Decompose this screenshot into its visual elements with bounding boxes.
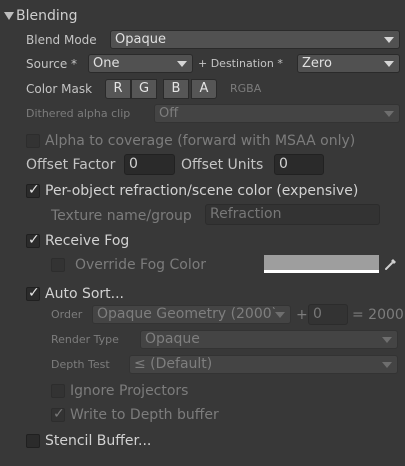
render-type-dropdown[interactable]: Opaque <box>140 330 398 349</box>
chevron-down-icon <box>275 312 285 318</box>
blend-mode-label: Blend Mode <box>26 33 97 47</box>
receive-fog-checkbox[interactable]: ✓ <box>26 232 40 248</box>
offset-units-label: Offset Units <box>181 157 264 173</box>
destination-dropdown[interactable]: Zero <box>297 54 400 73</box>
stencil-buffer-label: Stencil Buffer... <box>45 433 152 449</box>
refraction-label: Per-object refraction/scene color (expen… <box>45 183 359 199</box>
depth-test-label: Depth Test <box>51 358 110 371</box>
chevron-down-icon <box>382 337 392 343</box>
refraction-checkbox[interactable]: ✓ <box>26 182 40 198</box>
offset-factor-input[interactable]: 0 <box>124 154 175 175</box>
checkmark-icon: ✓ <box>28 182 40 198</box>
order-plus: + <box>296 307 308 323</box>
order-value: Opaque Geometry (2000) <box>97 306 278 322</box>
order-result: = 2000 <box>352 307 404 323</box>
destination-label: + Destination * <box>198 57 283 70</box>
section-title: Blending <box>16 8 78 24</box>
override-fog-color-checkbox[interactable] <box>51 258 65 272</box>
ignore-projectors-label: Ignore Projectors <box>70 383 189 399</box>
color-mask-r-button[interactable]: R <box>105 79 131 99</box>
texture-name-label: Texture name/group <box>51 208 192 224</box>
blending-foldout[interactable]: Blending <box>4 6 204 26</box>
render-type-label: Render Type <box>51 333 119 346</box>
checkmark-icon: ✓ <box>28 285 40 301</box>
chevron-down-icon <box>384 111 394 117</box>
destination-value: Zero <box>302 56 332 71</box>
write-depth-checkbox[interactable]: ✓ <box>51 406 65 422</box>
checkmark-icon: ✓ <box>53 406 65 422</box>
chevron-down-icon <box>382 362 392 368</box>
source-dropdown[interactable]: One <box>88 54 193 73</box>
order-offset-input[interactable]: 0 <box>308 304 348 325</box>
offset-units-input[interactable]: 0 <box>274 154 324 175</box>
dithered-alpha-clip-value: Off <box>159 106 179 121</box>
offset-factor-label: Offset Factor <box>26 157 116 173</box>
depth-test-value: ≤ (Default) <box>134 356 213 372</box>
dithered-alpha-clip-dropdown[interactable]: Off <box>154 104 400 123</box>
write-depth-label: Write to Depth buffer <box>70 407 219 423</box>
alpha-to-coverage-checkbox[interactable] <box>26 134 40 148</box>
source-value: One <box>93 56 120 71</box>
color-mask-g-button[interactable]: G <box>131 79 157 99</box>
render-type-value: Opaque <box>145 331 200 347</box>
stencil-buffer-checkbox[interactable] <box>26 434 40 448</box>
chevron-down-icon <box>384 37 394 43</box>
blend-mode-value: Opaque <box>115 32 166 47</box>
dithered-alpha-clip-label: Dithered alpha clip <box>26 107 131 120</box>
receive-fog-label: Receive Fog <box>45 233 130 249</box>
triangle-down-icon <box>4 12 14 20</box>
order-dropdown[interactable]: Opaque Geometry (2000) <box>92 305 291 324</box>
ignore-projectors-checkbox[interactable] <box>51 384 65 398</box>
blend-mode-dropdown[interactable]: Opaque <box>110 30 400 49</box>
source-label: Source * <box>26 57 78 71</box>
auto-sort-label: Auto Sort... <box>45 286 125 302</box>
auto-sort-checkbox[interactable]: ✓ <box>26 285 40 301</box>
depth-test-dropdown[interactable]: ≤ (Default) <box>129 355 398 374</box>
checkmark-icon: ✓ <box>28 232 40 248</box>
order-label: Order <box>51 308 83 321</box>
eyedropper-icon[interactable] <box>382 255 400 273</box>
color-mask-value: RGBA <box>230 82 262 95</box>
chevron-down-icon <box>384 61 394 67</box>
chevron-down-icon <box>177 61 187 67</box>
alpha-to-coverage-label: Alpha to coverage (forward with MSAA onl… <box>45 133 356 149</box>
color-mask-label: Color Mask <box>26 82 93 96</box>
override-fog-color-label: Override Fog Color <box>75 257 207 273</box>
fog-color-swatch[interactable] <box>264 255 379 273</box>
color-mask-a-button[interactable]: A <box>191 79 217 99</box>
color-mask-b-button[interactable]: B <box>163 79 189 99</box>
texture-name-input[interactable]: Refraction <box>205 204 380 225</box>
